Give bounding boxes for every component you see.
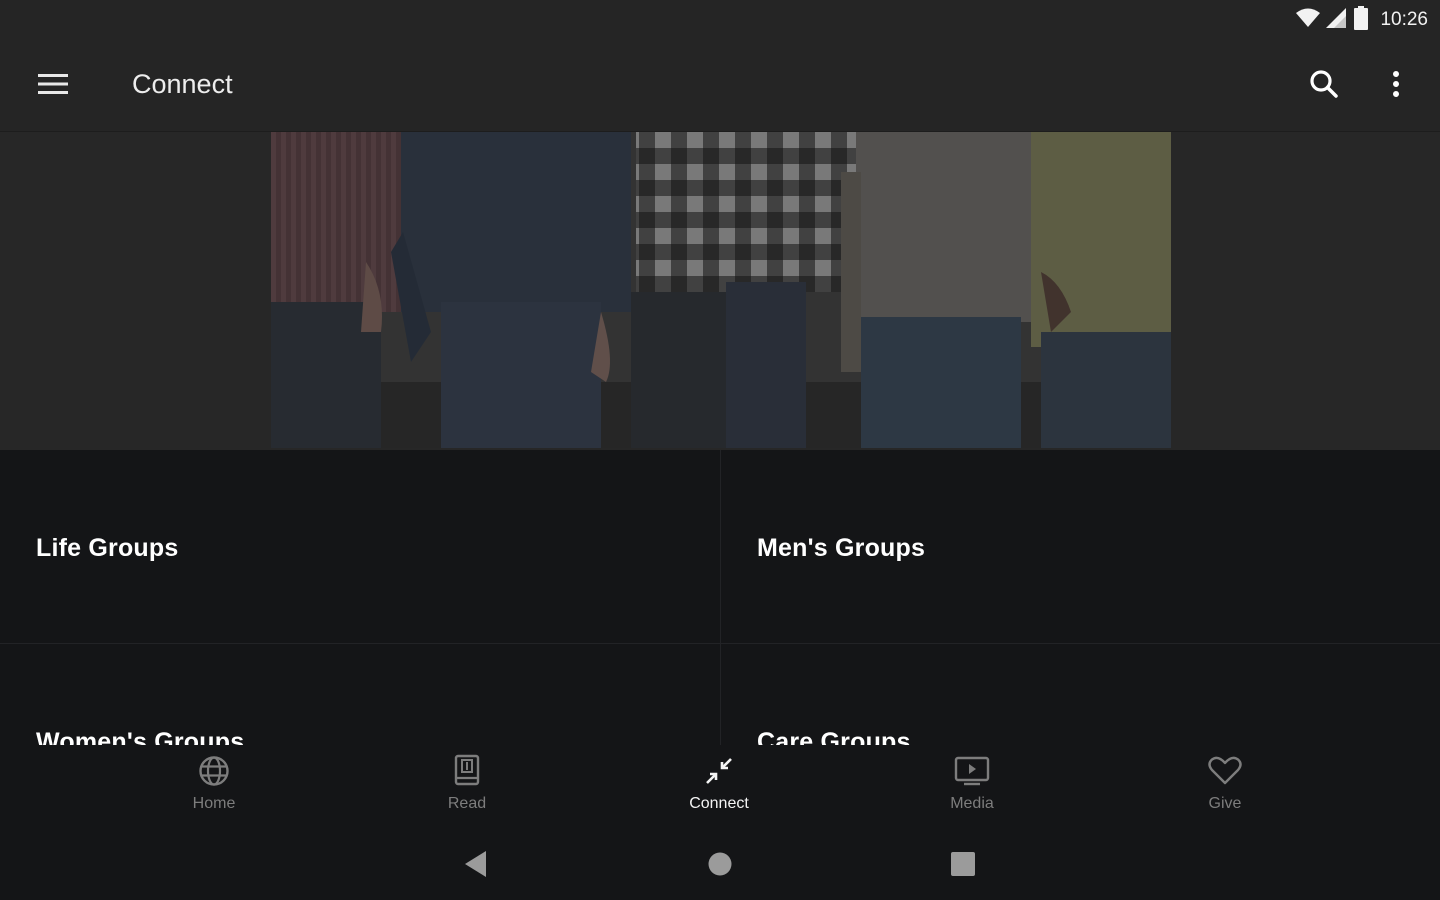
search-button[interactable] <box>1300 62 1348 110</box>
nav-label: Give <box>1208 795 1242 812</box>
group-card-mens-groups[interactable]: Men's Groups <box>720 450 1440 644</box>
app-bar: Connect <box>0 40 1440 132</box>
nav-item-connect[interactable]: Connect <box>644 753 794 823</box>
page-title: Connect <box>132 69 233 99</box>
group-label: Women's Groups <box>36 728 245 745</box>
group-label: Men's Groups <box>757 534 926 562</box>
groups-grid: Life Groups Men's Groups Women's Groups … <box>0 450 1440 745</box>
hamburger-menu-icon <box>38 73 68 100</box>
connect-arrows-icon <box>704 753 734 789</box>
system-back-button[interactable] <box>456 849 496 883</box>
wifi-icon <box>1296 8 1321 33</box>
hero-image <box>271 132 1171 448</box>
globe-icon <box>198 753 230 789</box>
more-vertical-icon <box>1392 70 1400 103</box>
nav-label: Home <box>192 795 236 812</box>
status-bar: 10:26 <box>0 0 1440 40</box>
nav-label: Connect <box>689 795 749 812</box>
bottom-navigation: Home Read Connect Media Give <box>0 745 1440 831</box>
signal-icon <box>1326 7 1348 33</box>
group-label: Life Groups <box>36 534 179 562</box>
battery-icon <box>1354 5 1369 35</box>
nav-label: Read <box>447 795 487 812</box>
system-navigation-bar <box>0 831 1440 900</box>
nav-item-home[interactable]: Home <box>139 753 289 823</box>
group-card-care-groups[interactable]: Care Groups <box>720 644 1440 745</box>
nav-item-read[interactable]: Read <box>392 753 542 823</box>
more-options-button[interactable] <box>1376 62 1416 110</box>
nav-item-give[interactable]: Give <box>1150 753 1300 823</box>
hero-banner <box>0 132 1440 450</box>
group-card-womens-groups[interactable]: Women's Groups <box>0 644 720 745</box>
book-icon <box>453 753 481 789</box>
recents-icon <box>950 851 976 882</box>
home-icon <box>707 851 733 882</box>
back-icon <box>463 850 489 883</box>
group-card-life-groups[interactable]: Life Groups <box>0 450 720 644</box>
heart-icon <box>1208 753 1242 789</box>
system-recents-button[interactable] <box>943 849 983 883</box>
nav-item-media[interactable]: Media <box>897 753 1047 823</box>
search-icon <box>1309 69 1339 104</box>
tv-play-icon <box>954 753 990 789</box>
nav-label: Media <box>950 795 994 812</box>
status-icons: 10:26 <box>1296 5 1428 35</box>
status-time: 10:26 <box>1380 9 1428 30</box>
system-home-button[interactable] <box>700 849 740 883</box>
group-label: Care Groups <box>757 728 911 745</box>
menu-button[interactable] <box>26 62 82 110</box>
